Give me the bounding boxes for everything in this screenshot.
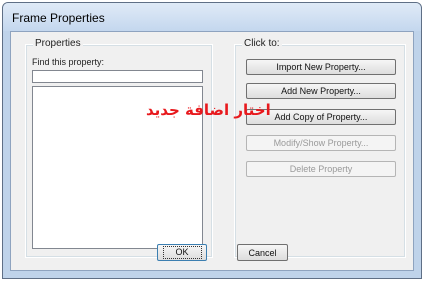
- click-to-group: Click to: Import New Property... Add New…: [234, 38, 406, 258]
- import-new-property-button[interactable]: Import New Property...: [246, 59, 396, 75]
- find-property-label: Find this property:: [32, 57, 105, 67]
- properties-legend: Properties: [33, 38, 83, 49]
- title-bar[interactable]: Frame Properties: [3, 3, 421, 31]
- properties-group: Properties Find this property:: [25, 38, 213, 258]
- annotation-text: اختار اضافة جديد: [146, 101, 271, 119]
- find-property-input[interactable]: [32, 70, 203, 83]
- modify-show-property-button[interactable]: Modify/Show Property...: [246, 135, 396, 151]
- dialog-window: Frame Properties Properties Find this pr…: [2, 2, 422, 279]
- ok-button[interactable]: OK: [157, 244, 207, 261]
- click-to-legend: Click to:: [242, 38, 282, 49]
- dialog-body: Properties Find this property: Click to:…: [10, 31, 414, 271]
- delete-property-button[interactable]: Delete Property: [246, 161, 396, 177]
- ok-label: OK: [162, 246, 202, 259]
- window-title: Frame Properties: [12, 11, 105, 25]
- cancel-button[interactable]: Cancel: [237, 244, 288, 261]
- add-new-property-button[interactable]: Add New Property...: [246, 83, 396, 99]
